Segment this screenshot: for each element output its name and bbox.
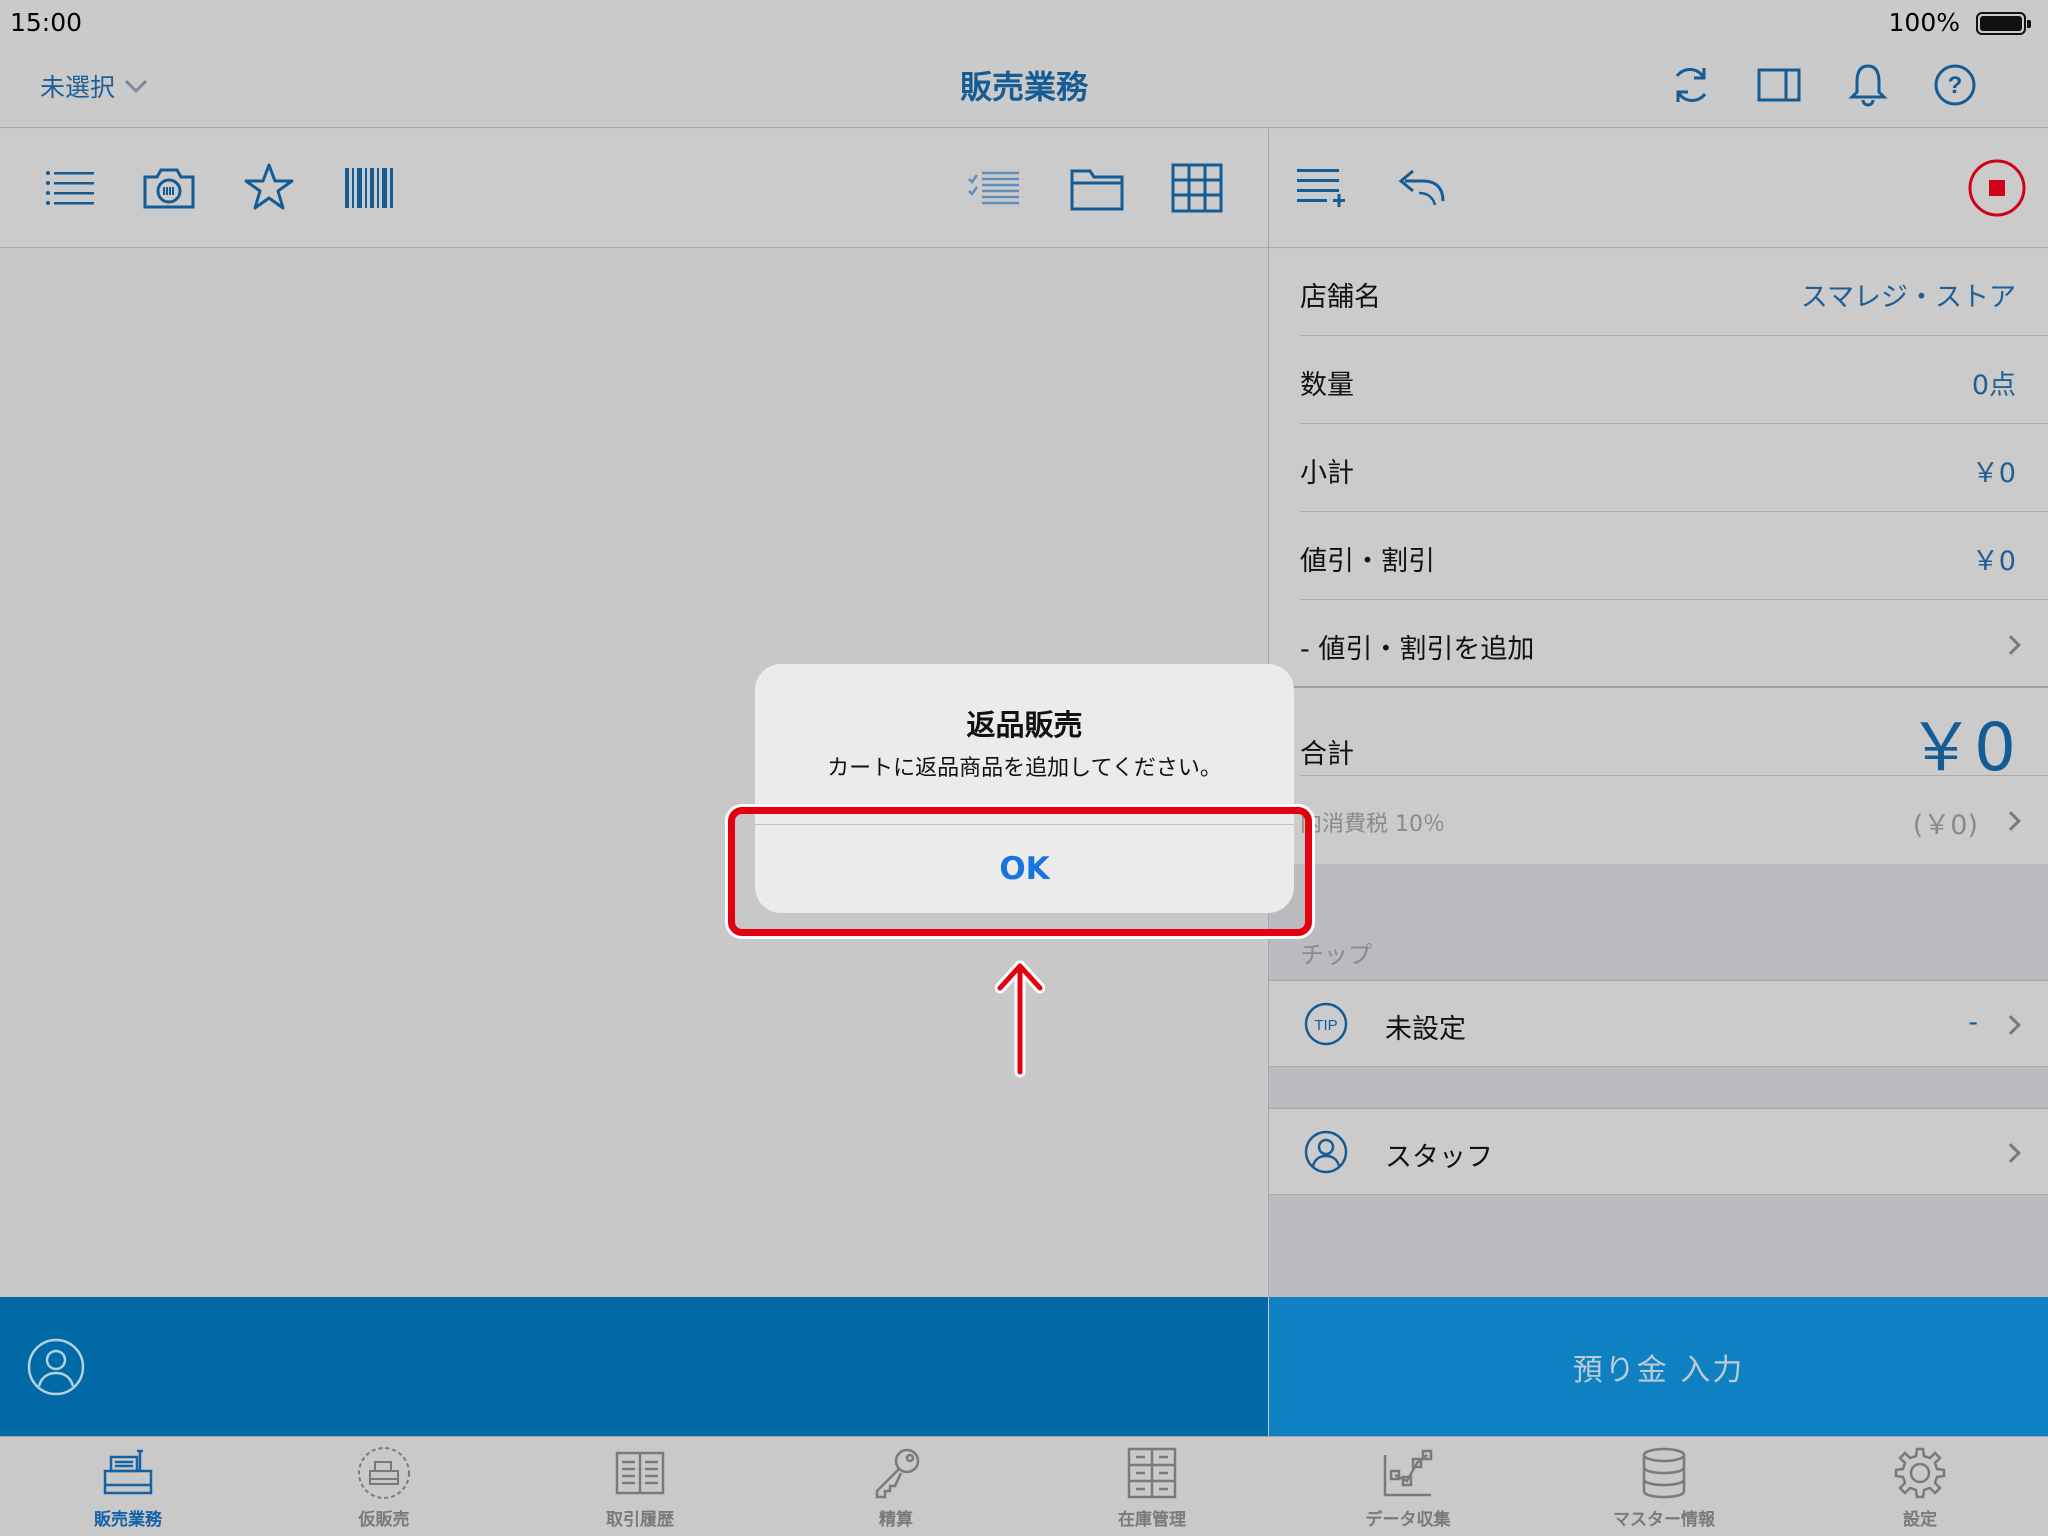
quantity-row: 数量 0点 <box>1269 336 2048 424</box>
quantity-value: 0点 <box>1971 370 2016 401</box>
folder-icon[interactable] <box>1068 159 1126 217</box>
tab-settings[interactable]: 設定 <box>1792 1445 2048 1536</box>
battery-icon <box>1976 12 2031 35</box>
list-icon[interactable] <box>40 159 98 217</box>
subtotal-value: ￥0 <box>1971 458 2016 489</box>
barcode-icon[interactable] <box>340 159 398 217</box>
cart-summary-panel: 店舗名 スマレジ・ストア 数量 0点 小計 ￥0 値引・割引 ￥0 - 値引・割… <box>1269 249 2048 1297</box>
status-time: 15:00 <box>10 8 83 37</box>
nav-bar: 未選択 販売業務 ? <box>0 46 2048 128</box>
discount-value: ￥0 <box>1971 546 2016 577</box>
bell-icon[interactable] <box>1845 62 1891 108</box>
camera-icon[interactable] <box>140 159 198 217</box>
alert-title: 返品販売 <box>966 708 1083 742</box>
tip-section-label: チップ <box>1300 941 1372 969</box>
history-icon <box>615 1451 665 1495</box>
stop-record-icon[interactable] <box>1968 159 2026 217</box>
temp-sale-icon <box>358 1447 410 1499</box>
register-icon <box>103 1449 153 1495</box>
page-title: 販売業務 <box>959 68 1088 106</box>
add-discount-row[interactable]: - 値引・割引を追加 <box>1269 600 2048 688</box>
alert-message: カートに返品商品を追加してください。 <box>827 756 1222 781</box>
tax-row[interactable]: 内消費税 10％ (￥0) <box>1269 776 2048 864</box>
tab-label: 設定 <box>1903 1510 1937 1530</box>
star-icon[interactable] <box>240 159 298 217</box>
arrow-up-icon <box>995 960 1045 1078</box>
cart-toolbar <box>1269 129 2048 248</box>
chevron-right-icon <box>2001 1015 2021 1035</box>
tab-settlement[interactable]: 精算 <box>768 1445 1024 1536</box>
tab-label: 取引履歴 <box>606 1510 674 1530</box>
status-bar: 15:00 100% <box>0 0 2048 46</box>
customer-bar <box>0 1297 1268 1436</box>
tab-temp-sale[interactable]: 仮販売 <box>256 1445 512 1536</box>
refresh-icon[interactable] <box>1668 62 1714 108</box>
split-view-icon[interactable] <box>1756 62 1802 108</box>
tab-label: 販売業務 <box>94 1510 162 1530</box>
tip-value-label: 未設定 <box>1385 1014 1466 1045</box>
add-line-icon[interactable] <box>1293 159 1351 217</box>
svg-text:?: ? <box>1948 72 1963 99</box>
discount-label: 値引・割引 <box>1300 546 1435 577</box>
tax-value: (￥0) <box>1912 810 1978 841</box>
staff-row[interactable]: スタッフ <box>1269 1108 2048 1195</box>
tab-label: 仮販売 <box>358 1510 410 1530</box>
highlight-box <box>728 807 1312 936</box>
store-row: 店舗名 スマレジ・ストア <box>1269 249 2048 336</box>
chevron-right-icon <box>2001 811 2021 831</box>
help-icon[interactable]: ? <box>1932 62 1978 108</box>
gear-icon <box>1894 1447 1946 1499</box>
product-toolbar <box>0 129 1268 248</box>
quantity-label: 数量 <box>1300 370 1354 401</box>
key-icon <box>875 1448 920 1499</box>
tip-icon: TIP <box>1304 1002 1348 1046</box>
inventory-icon <box>1127 1447 1177 1499</box>
checklist-icon[interactable] <box>965 159 1023 217</box>
store-value: スマレジ・ストア <box>1800 282 2016 313</box>
tab-data-collection[interactable]: データ収集 <box>1280 1445 1536 1536</box>
discount-row: 値引・割引 ￥0 <box>1269 512 2048 600</box>
staff-label: スタッフ <box>1385 1142 1493 1173</box>
tab-label: データ収集 <box>1365 1510 1451 1530</box>
battery-percentage: 100% <box>1888 8 1960 37</box>
database-icon <box>1642 1447 1686 1499</box>
deposit-label: 預り金 入力 <box>1572 1353 1745 1388</box>
staff-icon <box>1304 1130 1348 1174</box>
chevron-right-icon <box>2001 1143 2021 1163</box>
tab-label: 精算 <box>879 1510 913 1530</box>
tab-inventory[interactable]: 在庫管理 <box>1024 1445 1280 1536</box>
subtotal-label: 小計 <box>1300 458 1354 489</box>
tip-value: - <box>1968 1007 1978 1038</box>
chevron-right-icon <box>2001 635 2021 655</box>
store-label: 店舗名 <box>1300 282 1381 313</box>
customer-icon[interactable] <box>26 1337 86 1397</box>
add-discount-label: - 値引・割引を追加 <box>1300 634 1535 665</box>
tab-history[interactable]: 取引履歴 <box>512 1445 768 1536</box>
tab-master-info[interactable]: マスター情報 <box>1536 1445 1792 1536</box>
total-label: 合計 <box>1300 739 1354 770</box>
tab-label: マスター情報 <box>1613 1510 1715 1530</box>
tip-row[interactable]: TIP 未設定 - <box>1269 980 2048 1067</box>
tab-label: 在庫管理 <box>1118 1510 1186 1530</box>
tax-label: 内消費税 10％ <box>1300 812 1445 837</box>
tab-sales[interactable]: 販売業務 <box>0 1445 256 1536</box>
grid-icon[interactable] <box>1168 159 1226 217</box>
data-collection-icon <box>1383 1449 1433 1497</box>
return-icon[interactable] <box>1393 159 1451 217</box>
subtotal-row: 小計 ￥0 <box>1269 424 2048 512</box>
svg-text:TIP: TIP <box>1314 1017 1337 1034</box>
total-row: 合計 ￥0 <box>1269 688 2048 786</box>
deposit-button[interactable]: 預り金 入力 <box>1269 1297 2048 1436</box>
tab-bar: 販売業務 仮販売 取引履歴 精算 在庫管理 データ収集 マスター情報 設定 <box>0 1436 2048 1536</box>
